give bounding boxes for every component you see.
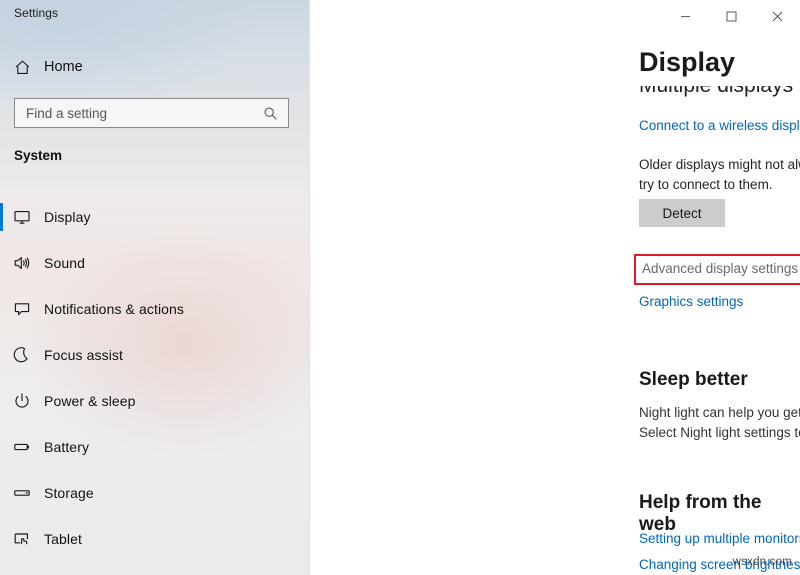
- search-box[interactable]: [14, 98, 289, 128]
- sidebar-item-tablet-label: Tablet: [44, 531, 82, 547]
- watermark: wsxdn.com: [733, 556, 792, 568]
- sidebar-nav: Display Sound: [0, 194, 310, 562]
- search-input[interactable]: [15, 106, 263, 121]
- home-icon: [0, 59, 44, 76]
- connect-wireless-display-link[interactable]: Connect to a wireless display: [639, 118, 800, 133]
- sidebar-item-notifications[interactable]: Notifications & actions: [0, 286, 310, 332]
- sidebar-item-notifications-label: Notifications & actions: [44, 301, 184, 317]
- sidebar-item-display[interactable]: Display: [0, 194, 310, 240]
- sidebar-item-power-sleep[interactable]: Power & sleep: [0, 378, 310, 424]
- close-button[interactable]: [754, 0, 800, 32]
- main-content: Multiple displays Display Connect to a w…: [310, 0, 800, 575]
- sidebar-item-home[interactable]: Home: [0, 50, 310, 84]
- sidebar-item-storage-label: Storage: [44, 485, 94, 501]
- app-title: Settings: [14, 6, 58, 20]
- sidebar-item-power-sleep-label: Power & sleep: [44, 393, 136, 409]
- window-controls: [662, 0, 800, 32]
- sidebar-item-sound[interactable]: Sound: [0, 240, 310, 286]
- page-title: Display: [639, 44, 751, 80]
- tablet-icon: [0, 530, 44, 548]
- monitor-icon: [0, 208, 44, 226]
- search-icon[interactable]: [263, 106, 288, 121]
- sidebar-item-battery[interactable]: Battery: [0, 424, 310, 470]
- speaker-icon: [0, 254, 44, 272]
- sleep-description: Night light can help you get to sleep by…: [639, 403, 800, 443]
- sidebar: Settings Home: [0, 0, 310, 575]
- sidebar-item-focus-assist-label: Focus assist: [44, 347, 123, 363]
- advanced-display-settings-link[interactable]: Advanced display settings: [642, 261, 798, 276]
- detect-button[interactable]: Detect: [639, 199, 725, 227]
- maximize-button[interactable]: [708, 0, 754, 32]
- sidebar-item-battery-label: Battery: [44, 439, 89, 455]
- battery-icon: [0, 438, 44, 456]
- settings-window: Settings Home: [0, 0, 800, 575]
- sidebar-item-tablet[interactable]: Tablet: [0, 516, 310, 562]
- sidebar-item-sound-label: Sound: [44, 255, 85, 271]
- notification-icon: [0, 300, 44, 318]
- sleep-better-heading: Sleep better: [639, 369, 748, 391]
- sidebar-item-display-label: Display: [44, 209, 91, 225]
- detect-description: Older displays might not always connect …: [639, 155, 800, 195]
- help-link-setting-up-monitors[interactable]: Setting up multiple monitors: [639, 531, 800, 546]
- help-from-web-heading: Help from the web: [639, 492, 800, 536]
- moon-icon: [0, 346, 44, 364]
- sidebar-item-focus-assist[interactable]: Focus assist: [0, 332, 310, 378]
- sidebar-section-title: System: [14, 148, 62, 163]
- sidebar-item-home-label: Home: [44, 59, 83, 75]
- storage-icon: [0, 484, 44, 502]
- power-icon: [0, 392, 44, 410]
- minimize-button[interactable]: [662, 0, 708, 32]
- advanced-display-settings-highlight: Advanced display settings: [634, 254, 800, 285]
- sidebar-item-storage[interactable]: Storage: [0, 470, 310, 516]
- graphics-settings-link[interactable]: Graphics settings: [639, 294, 743, 309]
